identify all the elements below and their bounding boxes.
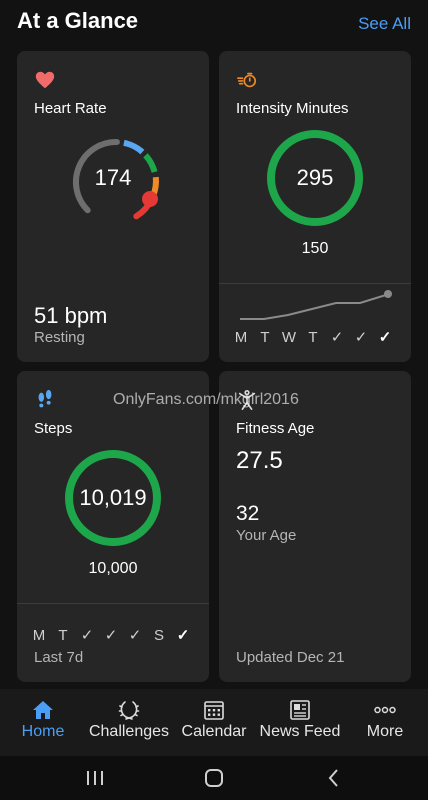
- steps-value: 10,019: [79, 485, 147, 510]
- check-icon: ✓: [176, 627, 190, 644]
- check-icon: ✓: [128, 627, 142, 644]
- back-icon[interactable]: [322, 766, 346, 790]
- fitness-age-title: Fitness Age: [236, 420, 315, 437]
- heart-rate-card[interactable]: Heart Rate 174 51 bpm Resting: [17, 51, 209, 362]
- fitness-age-updated: Updated Dec 21: [236, 649, 345, 666]
- day-s: S: [153, 626, 164, 644]
- intensity-minutes-title: Intensity Minutes: [236, 100, 349, 117]
- bottom-navigation: Home Challenges Calendar News Feed More: [0, 689, 428, 756]
- nav-challenges-label: Challenges: [88, 723, 170, 740]
- check-icon: ✓: [330, 329, 344, 346]
- check-icon: ✓: [378, 329, 392, 346]
- fitness-age-card[interactable]: Fitness Age 27.5 32 Your Age Updated Dec…: [219, 371, 411, 682]
- intensity-trend-line: [240, 290, 392, 320]
- day-t: T: [260, 328, 270, 346]
- nav-more[interactable]: More: [342, 689, 428, 756]
- check-icon: ✓: [80, 627, 94, 644]
- nav-home-label: Home: [21, 723, 65, 740]
- resting-label: Resting: [34, 329, 85, 346]
- intensity-weekdays: M T W T ✓ ✓ ✓: [229, 328, 397, 347]
- heart-rate-value: 174: [94, 165, 132, 190]
- running-timer-icon: [237, 72, 257, 88]
- steps-goal: 10,000: [88, 560, 138, 577]
- steps-divider: [17, 603, 209, 604]
- page-title: At a Glance: [17, 8, 139, 33]
- nav-news-feed-label: News Feed: [259, 723, 341, 740]
- system-navigation-bar: [0, 756, 428, 800]
- intensity-goal: 150: [301, 240, 329, 257]
- more-dots-icon: [374, 706, 396, 714]
- nav-challenges[interactable]: Challenges: [86, 689, 172, 756]
- watermark-text: OnlyFans.com/mkgirl2016: [113, 391, 299, 408]
- nav-calendar-label: Calendar: [181, 723, 247, 740]
- your-age-value: 32: [236, 502, 260, 525]
- recent-apps-icon[interactable]: [83, 766, 107, 790]
- footsteps-icon: [38, 389, 52, 408]
- resting-heart-rate: 51 bpm: [34, 303, 108, 328]
- nav-news-feed[interactable]: News Feed: [257, 689, 343, 756]
- steps-period: Last 7d: [34, 649, 84, 666]
- intensity-minutes-card[interactable]: Intensity Minutes 295 150 M T W T ✓ ✓ ✓: [219, 51, 411, 362]
- day-t: T: [58, 626, 68, 644]
- heart-rate-title: Heart Rate: [34, 100, 107, 117]
- nav-calendar[interactable]: Calendar: [171, 689, 257, 756]
- home-icon: [33, 701, 53, 719]
- nav-home[interactable]: Home: [0, 689, 86, 756]
- heart-icon: [35, 71, 55, 89]
- day-t2: T: [308, 328, 318, 346]
- home-button-icon[interactable]: [202, 766, 226, 790]
- check-icon: ✓: [354, 329, 368, 346]
- heart-rate-marker: [142, 191, 158, 207]
- calendar-icon: [204, 701, 224, 720]
- laurel-icon: [118, 701, 140, 720]
- news-feed-icon: [290, 700, 310, 720]
- day-w: W: [281, 328, 297, 346]
- steps-weekdays: M T ✓ ✓ ✓ S ✓: [27, 626, 195, 645]
- day-m: M: [32, 626, 46, 644]
- nav-more-label: More: [366, 723, 404, 740]
- day-m: M: [234, 328, 248, 346]
- check-icon: ✓: [104, 627, 118, 644]
- steps-title: Steps: [34, 420, 73, 437]
- fitness-age-value: 27.5: [236, 447, 283, 474]
- your-age-label: Your Age: [236, 527, 297, 544]
- intensity-divider: [219, 283, 411, 284]
- intensity-value: 295: [296, 165, 334, 190]
- steps-card[interactable]: Steps 10,019 10,000 M T ✓ ✓ ✓ S ✓ Last 7…: [17, 371, 209, 682]
- header: At a Glance See All: [0, 0, 428, 48]
- see-all-link[interactable]: See All: [358, 14, 411, 34]
